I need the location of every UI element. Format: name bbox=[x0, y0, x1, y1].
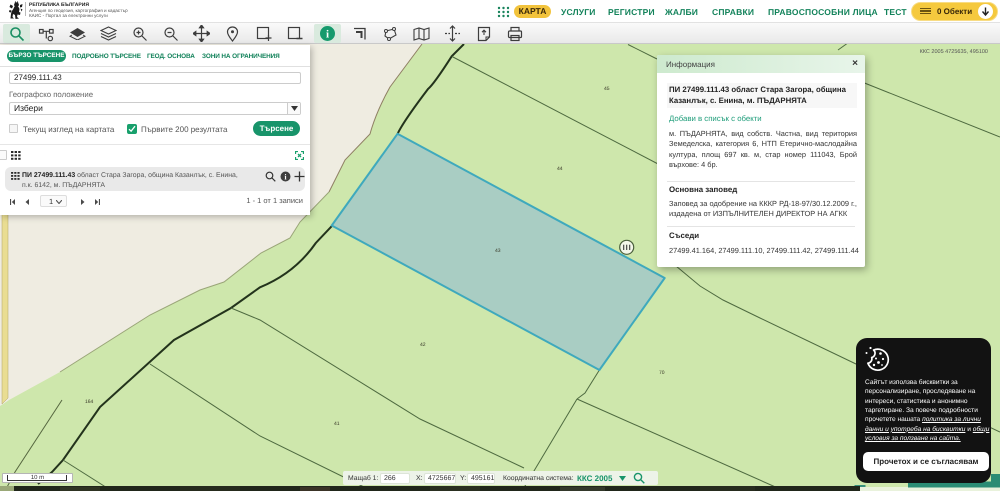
svg-text:41: 41 bbox=[334, 421, 340, 427]
svg-text:43: 43 bbox=[495, 248, 501, 254]
svg-text:45: 45 bbox=[604, 86, 610, 92]
svg-text:70: 70 bbox=[659, 370, 665, 376]
svg-text:ККС 2005 4725635, 495100: ККС 2005 4725635, 495100 bbox=[920, 49, 988, 55]
svg-text:i: i bbox=[326, 29, 329, 41]
svg-text:42: 42 bbox=[420, 342, 426, 348]
svg-text:164: 164 bbox=[85, 399, 94, 405]
svg-text:44: 44 bbox=[557, 166, 563, 172]
